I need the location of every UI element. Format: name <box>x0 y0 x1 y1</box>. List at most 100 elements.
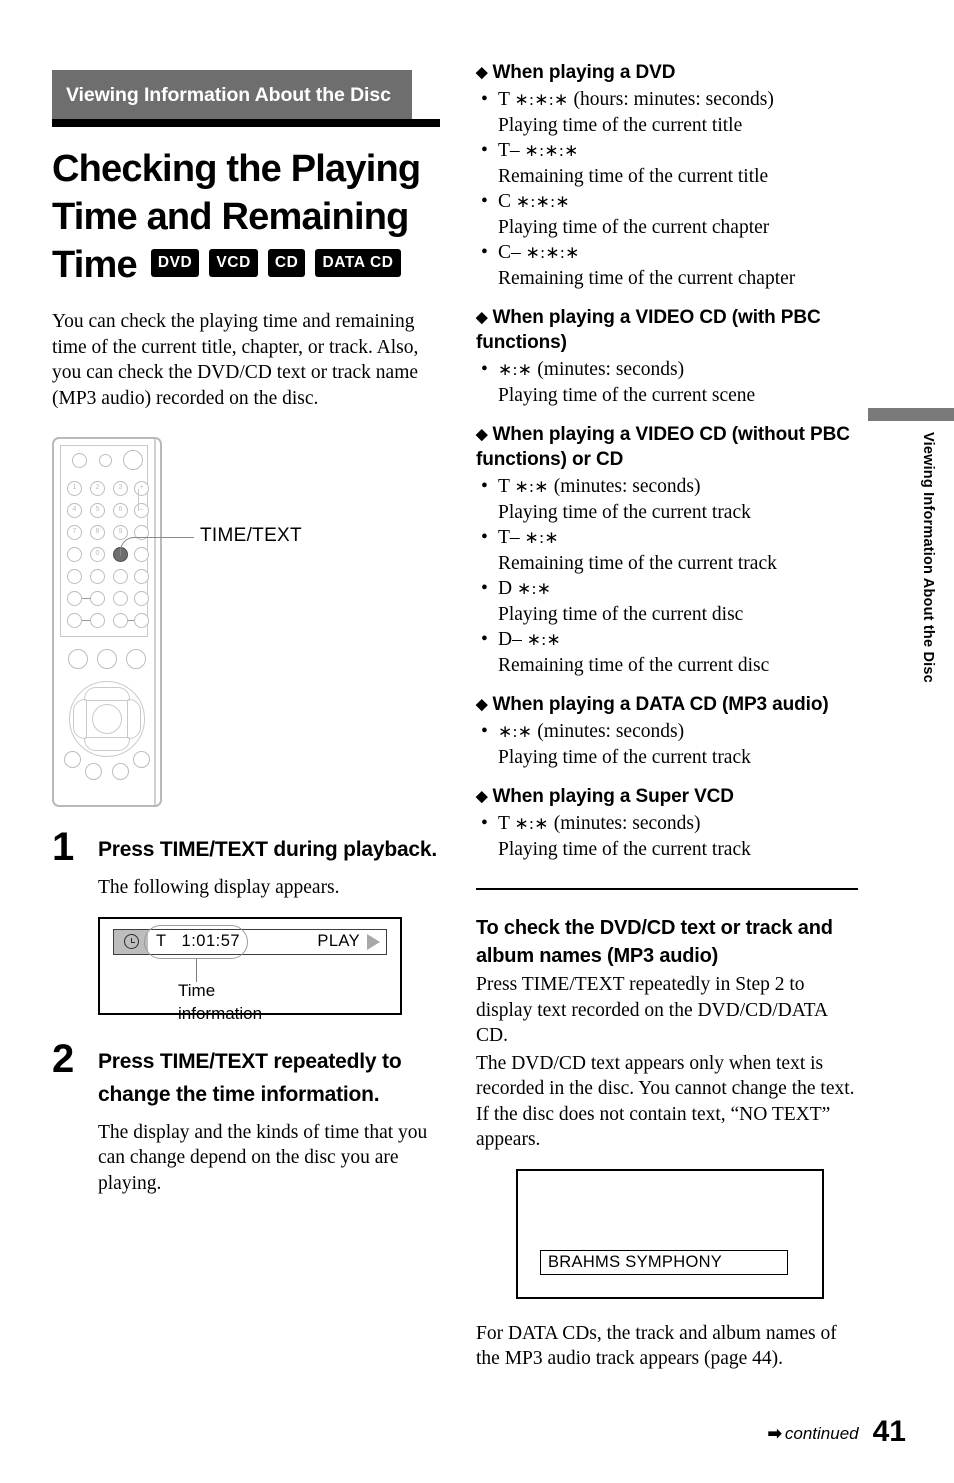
step-1-number: 1 <box>52 825 75 869</box>
page-title-line-2: Time and Remaining <box>52 196 409 238</box>
format-time-mask: ∗:∗ <box>524 528 559 547</box>
clock-icon <box>123 934 139 949</box>
clear-button <box>67 547 82 562</box>
step-2: 2 Press TIME/TEXT repeatedly to change t… <box>52 1039 445 1197</box>
arrow-right-icon: ➡ <box>767 1424 782 1443</box>
disc-section-title: When playing a VIDEO CD (without PBC fun… <box>476 424 850 470</box>
right-column: ◆When playing a DVDT ∗:∗:∗ (hours: minut… <box>476 60 861 1372</box>
format-code: C– <box>498 242 521 263</box>
menu-button <box>64 751 81 768</box>
key-4: 4 <box>67 503 82 518</box>
disc-format-item: ∗:∗ (minutes: seconds) Playing time of th… <box>476 357 861 408</box>
text-display-figure: BRAHMS SYMPHONY <box>516 1168 824 1299</box>
diamond-bullet-icon: ◆ <box>476 426 488 443</box>
remote-edge-line <box>154 439 156 805</box>
dpad-left-button <box>73 699 87 739</box>
format-code: T <box>498 89 510 110</box>
format-unit: (minutes: seconds) <box>553 476 701 497</box>
format-description: Remaining time of the current chapter <box>498 267 796 289</box>
stop-button <box>126 649 146 669</box>
key-7: 7 <box>67 525 82 540</box>
next-track-button <box>90 591 105 606</box>
format-description: Remaining time of the current title <box>498 165 769 187</box>
format-time-mask: ∗:∗ <box>514 477 549 496</box>
volume-up-button: + <box>134 481 149 496</box>
disc-badge-group: DVD VCD CD DATA CD <box>150 249 401 277</box>
disc-format-item: D– ∗:∗ Remaining time of the current disc <box>476 627 861 678</box>
dpad-down-button <box>84 737 130 751</box>
disc-format-list: T ∗:∗ (minutes: seconds) Playing time of … <box>476 811 861 862</box>
side-tab-bar <box>868 408 954 421</box>
continued-label: continued <box>784 1424 859 1443</box>
disc-section-heading: ◆ When playing a DVD <box>476 60 861 85</box>
key-row6-c <box>113 591 128 606</box>
format-description: Playing time of the current scene <box>498 384 756 406</box>
format-description: Playing time of the current track <box>498 501 751 523</box>
format-code: D– <box>498 629 522 650</box>
diamond-bullet-icon: ◆ <box>476 64 488 81</box>
play-button <box>68 649 88 669</box>
time-text-callout-label: TIME/TEXT <box>200 525 302 546</box>
step-2-number: 2 <box>52 1036 75 1081</box>
disc-format-list: ∗:∗ (minutes: seconds) Playing time of th… <box>476 357 861 408</box>
side-tab: Viewing Information About the Disc <box>864 408 954 738</box>
key-row5-a <box>67 569 82 584</box>
page-title-line-1: Checking the Playing <box>52 148 421 190</box>
left-column: Viewing Information About the Disc Check… <box>52 70 442 1196</box>
format-unit: (minutes: seconds) <box>537 359 685 380</box>
format-code: T– <box>498 140 520 161</box>
section-header: Viewing Information About the Disc <box>52 70 442 127</box>
format-time-mask: ∗:∗ <box>516 579 552 598</box>
text-display-value: BRAHMS SYMPHONY <box>540 1249 788 1275</box>
format-time-mask: ∗:∗ <box>498 360 533 379</box>
disc-section-heading: ◆ When playing a Super VCD <box>476 784 861 809</box>
format-description: Playing time of the current track <box>498 838 751 860</box>
disc-section-title: When playing a DVD <box>492 62 676 83</box>
page-title: Checking the Playing Time and Remaining … <box>52 145 452 289</box>
disc-badge-vcd: VCD <box>209 249 258 277</box>
callout-leader-line <box>138 537 194 538</box>
text-check-paragraph-3: For DATA CDs, the track and album names … <box>476 1322 837 1370</box>
disc-badge-dvd: DVD <box>150 249 200 277</box>
section-header-title: Viewing Information About the Disc <box>52 70 412 119</box>
format-description: Remaining time of the current disc <box>498 654 770 676</box>
side-tab-label: Viewing Information About the Disc <box>920 432 936 683</box>
osd-caption-line-2: information <box>178 1003 263 1023</box>
volume-rocker-link <box>138 489 139 511</box>
step-1-body: The following display appears. <box>98 877 340 898</box>
fast-forward-button <box>90 613 105 628</box>
key-2: 2 <box>90 481 105 496</box>
disc-format-item: C ∗:∗:∗ Playing time of the current chapt… <box>476 189 861 240</box>
format-description: Playing time of the current title <box>498 114 743 136</box>
disc-format-list: ∗:∗ (minutes: seconds) Playing time of th… <box>476 719 861 770</box>
key-5: 5 <box>90 503 105 518</box>
key-0: 0 <box>90 547 105 562</box>
text-check-paragraph-2: The DVD/CD text appears only when text i… <box>476 1052 855 1151</box>
disc-format-item: T ∗:∗ (minutes: seconds) Playing time of … <box>476 811 861 862</box>
key-8: 8 <box>90 525 105 540</box>
format-code: T <box>498 813 510 834</box>
rewind-button <box>67 613 82 628</box>
format-time-mask: ∗:∗:∗ <box>515 192 571 211</box>
format-description: Playing time of the current track <box>498 746 751 768</box>
key-9: 9 <box>113 525 128 540</box>
format-description: Playing time of the current chapter <box>498 216 770 238</box>
dpad-up-button <box>84 687 130 701</box>
key-1: 1 <box>67 481 82 496</box>
disc-sections: ◆When playing a DVDT ∗:∗:∗ (hours: minut… <box>476 60 861 862</box>
disc-format-item: T ∗:∗ (minutes: seconds) Playing time of … <box>476 474 861 525</box>
osd-display-figure: T 1:01:57 PLAY Time information <box>98 916 402 1023</box>
diamond-bullet-icon: ◆ <box>476 696 488 713</box>
disc-badge-data-cd: DATA CD <box>315 249 401 277</box>
step-2-heading: Press TIME/TEXT repeatedly to change the… <box>98 1049 402 1106</box>
format-description: Playing time of the current disc <box>498 603 744 625</box>
play-triangle-icon <box>367 933 380 950</box>
disc-format-list: T ∗:∗:∗ (hours: minutes: seconds) Playing… <box>476 87 861 291</box>
key-row5-c <box>113 569 128 584</box>
osd-icon-cell <box>114 929 148 954</box>
disc-badge-cd: CD <box>267 249 306 277</box>
section-header-underline <box>52 119 440 127</box>
disc-format-item: T ∗:∗:∗ (hours: minutes: seconds) Playing… <box>476 87 861 138</box>
format-description: Remaining time of the current track <box>498 552 777 574</box>
page-footer: ➡ continued 41 <box>768 1417 906 1447</box>
